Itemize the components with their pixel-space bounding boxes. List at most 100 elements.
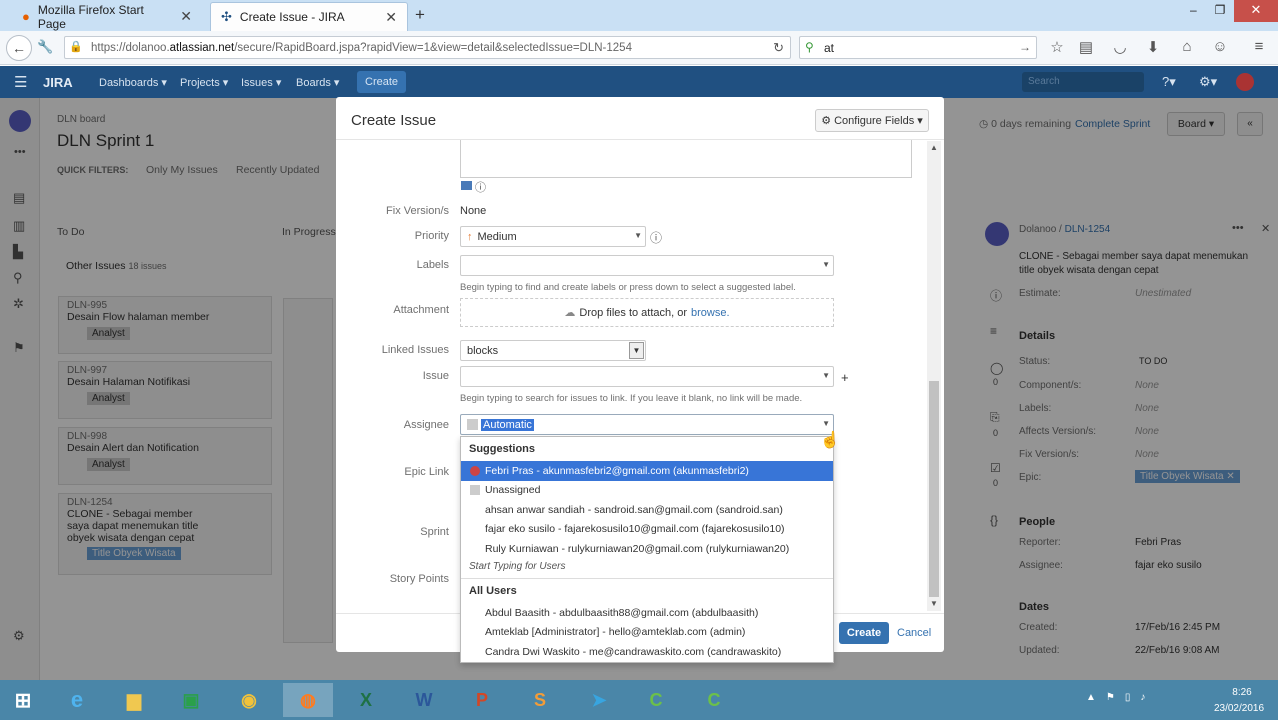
taskbar-date[interactable]: 23/02/2016 [1206, 703, 1272, 714]
powerpoint-icon[interactable]: P [462, 683, 502, 717]
labels-input[interactable]: ▼ [460, 255, 834, 276]
header-create-button[interactable]: Create [357, 71, 407, 93]
close-tab-icon[interactable]: ✕ [385, 9, 397, 26]
tab-create-issue[interactable]: ✣ Create Issue - JIRA ✕ [210, 2, 408, 31]
attachment-dropzone[interactable]: ☁ Drop files to attach, or browse. [460, 298, 834, 327]
download-icon[interactable]: ⬇ [1143, 38, 1163, 56]
priority-select[interactable]: ↑ Medium ▼ [460, 226, 646, 247]
user-avatar-icon [467, 419, 478, 430]
firefox-taskbar-icon[interactable]: ◍ [283, 683, 333, 717]
help-icon[interactable]: ⓘ [475, 179, 486, 195]
user-avatar[interactable] [1236, 73, 1254, 91]
browse-link[interactable]: browse. [691, 307, 730, 319]
tab-firefox-start[interactable]: ● Mozilla Firefox Start Page ✕ [12, 2, 202, 31]
fix-version-value: None [460, 205, 487, 217]
issue-label: Issue [422, 370, 449, 382]
start-typing-hint: Start Typing for Users [469, 561, 566, 572]
close-window-button[interactable]: ✕ [1234, 0, 1278, 22]
dropdown-option[interactable]: Amteklab [Administrator] - hello@amtekla… [461, 622, 833, 642]
link-type-value: blocks [467, 344, 499, 357]
add-link-icon[interactable]: + [841, 370, 849, 385]
excel-icon[interactable]: X [346, 683, 386, 717]
description-textarea[interactable] [460, 140, 912, 178]
create-button[interactable]: Create [839, 622, 889, 644]
scroll-up-icon[interactable]: ▲ [930, 143, 938, 152]
issue-hint: Begin typing to search for issues to lin… [460, 393, 803, 404]
nav-dashboards[interactable]: Dashboards ▾ [99, 66, 167, 98]
firefox-icon: ● [22, 9, 30, 24]
dropdown-option[interactable]: Candra Dwi Waskito - me@candrawaskito.co… [461, 642, 833, 662]
system-tray-icons[interactable]: ▲⚑▯♪ [1086, 692, 1155, 703]
app-switcher-icon[interactable]: ☰ [14, 66, 27, 98]
option-label: Amteklab [Administrator] - hello@amtekla… [485, 626, 746, 638]
dropdown-option[interactable]: fajar eko susilo - fajarekosusilo10@gmai… [461, 519, 833, 539]
scroll-down-icon[interactable]: ▼ [930, 599, 938, 608]
go-arrow-icon[interactable]: → [1019, 40, 1031, 54]
story-points-label: Story Points [389, 573, 449, 585]
close-tab-icon[interactable]: ✕ [180, 8, 192, 25]
assignee-input[interactable]: Automatic ▼ [460, 414, 834, 435]
settings-gear-icon[interactable]: ⚙▾ [1199, 66, 1217, 98]
nav-projects[interactable]: Projects ▾ [180, 66, 228, 98]
priority-help-icon[interactable]: ⓘ [650, 229, 662, 246]
taskbar-time[interactable]: 8:26 [1222, 687, 1262, 698]
chrome-icon[interactable]: ◉ [229, 683, 269, 717]
dialog-scrollbar[interactable]: ▲ ▼ [927, 141, 941, 611]
dropdown-option[interactable]: ahsan anwar sandiah - sandroid.san@gmail… [461, 500, 833, 520]
menu-icon[interactable]: ≡ [1249, 38, 1269, 55]
wiki-style-icon[interactable] [461, 181, 472, 190]
chevron-down-icon: ▼ [634, 231, 642, 240]
assignee-label: Assignee [403, 419, 449, 431]
link-type-select[interactable]: blocks ▼ [460, 340, 646, 361]
all-users-header: All Users [469, 585, 517, 597]
dropdown-option-selected[interactable]: Febri Pras - akunmasfebri2@gmail.com (ak… [461, 461, 833, 481]
search-icon: ⚲ [805, 40, 814, 54]
configure-fields-button[interactable]: ⚙ Configure Fields ▾ [815, 109, 929, 132]
labels-hint: Begin typing to find and create labels o… [460, 282, 796, 293]
dropdown-divider [461, 578, 833, 579]
scrollbar-thumb[interactable] [929, 381, 939, 597]
lock-icon: 🔒 [69, 41, 83, 53]
bookmark-star-icon[interactable]: ☆ [1047, 38, 1067, 56]
chat-icon[interactable]: ☺ [1210, 38, 1230, 55]
search-bar[interactable]: ⚲ at → [799, 36, 1037, 59]
file-explorer-icon[interactable]: ▆ [114, 683, 154, 717]
sublime-icon[interactable]: S [520, 683, 560, 717]
option-label: fajar eko susilo - fajarekosusilo10@gmai… [485, 523, 785, 535]
home-icon[interactable]: ⌂ [1177, 38, 1197, 55]
help-icon[interactable]: ?▾ [1162, 66, 1176, 98]
windows-start-icon[interactable]: ⊞ [3, 683, 43, 717]
internet-explorer-icon[interactable]: e [57, 683, 97, 717]
pocket-icon[interactable]: ◡ [1110, 38, 1130, 56]
url-bar[interactable]: 🔒 https://dolanoo. atlassian.net/secure/R… [64, 36, 791, 59]
reading-list-icon[interactable]: ▤ [1076, 38, 1096, 56]
url-domain: atlassian.net [169, 41, 235, 54]
nav-issues[interactable]: Issues ▾ [241, 66, 281, 98]
word-icon[interactable]: W [404, 683, 444, 717]
gear-icon: ⚙ [821, 115, 832, 127]
tab-title: Create Issue - JIRA [239, 10, 345, 24]
camtasia-icon[interactable]: C [636, 683, 676, 717]
jira-search-input[interactable]: Search [1022, 72, 1144, 92]
tab-title: Mozilla Firefox Start Page [37, 2, 144, 31]
configure-fields-label: Configure Fields ▾ [834, 115, 923, 127]
jira-header: ☰ JIRA Dashboards ▾ Projects ▾ Issues ▾ … [0, 66, 1278, 98]
option-label: Candra Dwi Waskito - me@candrawaskito.co… [485, 646, 782, 658]
user-avatar-icon [470, 466, 480, 476]
identity-icon[interactable]: 🔧 [37, 39, 53, 55]
dropdown-option[interactable]: Ruly Kurniawan - rulykurniawan20@gmail.c… [461, 539, 833, 559]
cancel-link[interactable]: Cancel [897, 627, 931, 639]
user-avatar-icon [470, 485, 480, 495]
back-button[interactable]: ← [6, 35, 32, 61]
reload-icon[interactable]: ↻ [773, 40, 784, 56]
dropdown-option[interactable]: Abdul Baasith - abdulbaasith88@gmail.com… [461, 603, 833, 623]
sprint-label: Sprint [420, 526, 449, 538]
store-icon[interactable]: ▣ [171, 683, 211, 717]
new-tab-button[interactable]: + [415, 5, 425, 25]
jira-logo[interactable]: JIRA [43, 66, 73, 98]
camtasia-recorder-icon[interactable]: C [694, 683, 734, 717]
telegram-icon[interactable]: ➤ [579, 683, 619, 717]
issue-link-input[interactable]: ▼ [460, 366, 834, 387]
nav-boards[interactable]: Boards ▾ [296, 66, 339, 98]
dropdown-option[interactable]: Unassigned [461, 480, 833, 500]
